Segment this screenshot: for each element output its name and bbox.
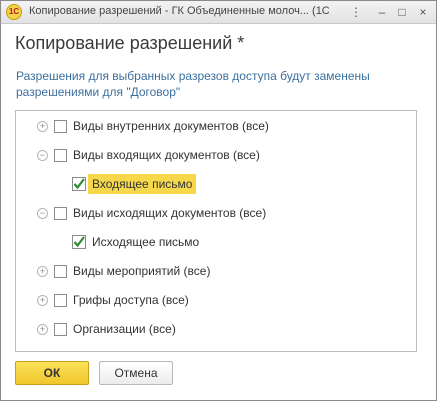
expand-plus-icon[interactable]: + bbox=[37, 121, 48, 132]
checkbox-outgoing-docs[interactable] bbox=[54, 207, 67, 220]
checkbox-access-stamps[interactable] bbox=[54, 294, 67, 307]
menu-icon[interactable]: ⋮ bbox=[347, 3, 365, 20]
tree-item-label: Виды внутренних документов (все) bbox=[73, 119, 269, 133]
collapse-minus-icon[interactable]: − bbox=[37, 150, 48, 161]
expand-plus-icon[interactable]: + bbox=[37, 295, 48, 306]
tree-item-label: Виды мероприятий (все) bbox=[73, 264, 211, 278]
ok-button[interactable]: ОК bbox=[15, 361, 89, 385]
info-message: Разрешения для выбранных разрезов доступ… bbox=[16, 68, 426, 100]
title-bar[interactable]: 1С Копирование разрешений - ГК Объединен… bbox=[1, 1, 436, 24]
tree-item-label: Виды исходящих документов (все) bbox=[73, 206, 267, 220]
1c-app-icon: 1С bbox=[6, 4, 22, 20]
tree-item-label: Грифы доступа (все) bbox=[73, 293, 189, 307]
cancel-button[interactable]: Отмена bbox=[99, 361, 173, 385]
expand-plus-icon[interactable]: + bbox=[37, 324, 48, 335]
checkmark-icon[interactable] bbox=[72, 235, 86, 249]
info-line-1: Разрешения для выбранных разрезов доступ… bbox=[16, 69, 370, 83]
expand-plus-icon[interactable]: + bbox=[37, 266, 48, 277]
tree-item-label-selected: Входящее письмо bbox=[88, 174, 197, 194]
page-title: Копирование разрешений * bbox=[15, 33, 245, 53]
tree-item-label: Исходящее письмо bbox=[92, 235, 200, 249]
minimize-icon[interactable]: – bbox=[373, 3, 391, 20]
close-icon[interactable]: × bbox=[414, 3, 432, 20]
access-tree[interactable]: + Виды внутренних документов (все) − Вид… bbox=[15, 110, 417, 352]
dialog-window: 1С Копирование разрешений - ГК Объединен… bbox=[0, 0, 437, 401]
window-title: Копирование разрешений - ГК Объединенные… bbox=[29, 5, 329, 17]
collapse-minus-icon[interactable]: − bbox=[37, 208, 48, 219]
checkbox-internal-docs[interactable] bbox=[54, 120, 67, 133]
info-line-2: разрешениями для "Договор" bbox=[16, 85, 181, 99]
tree-item-label: Виды входящих документов (все) bbox=[73, 148, 260, 162]
checkbox-incoming-docs[interactable] bbox=[54, 149, 67, 162]
maximize-icon[interactable]: □ bbox=[393, 3, 411, 20]
checkmark-icon[interactable] bbox=[72, 177, 86, 191]
checkbox-organizations[interactable] bbox=[54, 323, 67, 336]
tree-item-label: Организации (все) bbox=[73, 322, 176, 336]
checkbox-events[interactable] bbox=[54, 265, 67, 278]
